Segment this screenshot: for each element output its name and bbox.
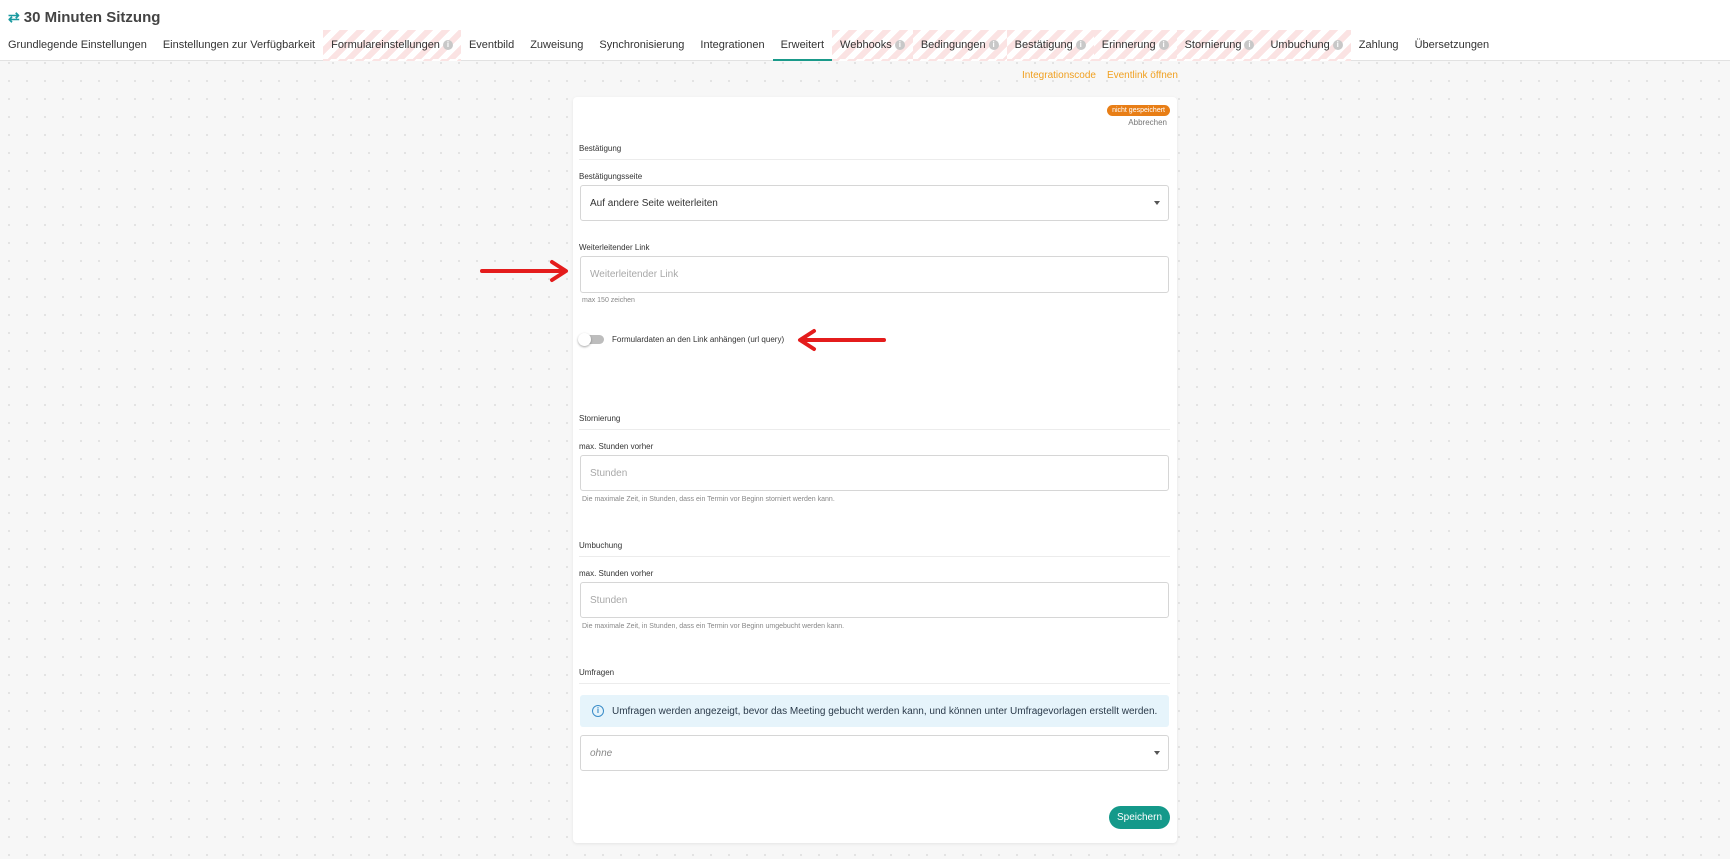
section-title-surveys: Umfragen xyxy=(579,668,1170,684)
tab-synchronisierung[interactable]: Synchronisierung xyxy=(591,30,692,61)
info-icon: i xyxy=(988,39,999,50)
surveys-info-box: i Umfragen werden angezeigt, bevor das M… xyxy=(580,695,1169,727)
tab-label: Integrationen xyxy=(700,38,765,51)
confirmation-page-label: Bestätigungsseite xyxy=(579,172,643,181)
tab-stornierung[interactable]: Stornierung i xyxy=(1176,30,1263,61)
info-icon: i xyxy=(1075,39,1086,50)
info-icon: i xyxy=(1158,39,1169,50)
tab-label: Zuweisung xyxy=(530,38,584,51)
info-icon: i xyxy=(1244,39,1255,50)
tab-label: Erweitert xyxy=(780,38,825,51)
rebooking-hours-input[interactable] xyxy=(580,582,1169,618)
tab-label: Zahlung xyxy=(1358,38,1399,51)
info-icon: i xyxy=(1332,39,1343,50)
confirmation-page-value: Auf andere Seite weiterleiten xyxy=(590,197,718,209)
section-title-rebooking: Umbuchung xyxy=(579,541,1170,557)
tab-übersetzungen[interactable]: Übersetzungen xyxy=(1407,30,1498,61)
tab-label: Erinnerung xyxy=(1101,38,1156,51)
chevron-down-icon xyxy=(1154,201,1160,205)
settings-card: nicht gespeichert Abbrechen Bestätigung … xyxy=(573,97,1177,843)
info-icon: i xyxy=(894,39,905,50)
tab-label: Eventbild xyxy=(468,38,515,51)
append-form-data-row: Formulardaten an den Link anhängen (url … xyxy=(578,333,785,346)
tab-zahlung[interactable]: Zahlung xyxy=(1351,30,1407,61)
tab-label: Übersetzungen xyxy=(1414,38,1490,51)
swap-arrows-icon: ⇄ xyxy=(8,8,20,25)
integration-code-link[interactable]: Integrationscode xyxy=(1022,70,1096,81)
surveys-info-text: Umfragen werden angezeigt, bevor das Mee… xyxy=(612,705,1158,717)
annotation-arrow-right-icon xyxy=(480,260,568,282)
tab-label: Formulareinstellungen xyxy=(331,38,440,51)
tab-label: Grundlegende Einstellungen xyxy=(8,38,147,51)
tab-formulareinstellungen[interactable]: Formulareinstellungen i xyxy=(323,30,461,61)
cancel-link[interactable]: Abbrechen xyxy=(1128,118,1167,127)
tab-label: Bedingungen xyxy=(920,38,986,51)
confirmation-page-select[interactable]: Auf andere Seite weiterleiten xyxy=(580,185,1169,221)
rebooking-hours-label: max. Stunden vorher xyxy=(579,569,654,578)
tab-grundlegende-einstellungen[interactable]: Grundlegende Einstellungen xyxy=(0,30,155,61)
page-title: ⇄ 30 Minuten Sitzung xyxy=(8,7,160,27)
save-button[interactable]: Speichern xyxy=(1109,806,1170,829)
tab-webhooks[interactable]: Webhooks i xyxy=(832,30,913,61)
redirect-link-hint: max 150 zeichen xyxy=(582,297,635,304)
section-title-confirmation: Bestätigung xyxy=(579,144,1170,160)
annotation-arrow-left-icon xyxy=(798,329,886,351)
tab-bar: Grundlegende Einstellungen Einstellungen … xyxy=(0,30,1497,61)
top-links: Integrationscode Eventlink öffnen xyxy=(1022,70,1178,81)
tab-erinnerung[interactable]: Erinnerung i xyxy=(1093,30,1177,61)
tab-label: Bestätigung xyxy=(1014,38,1073,51)
section-title-cancellation: Stornierung xyxy=(579,414,1170,430)
survey-select-value: ohne xyxy=(590,747,613,759)
top-bar: ⇄ 30 Minuten Sitzung Grundlegende Einste… xyxy=(0,0,1730,61)
tab-label: Umbuchung xyxy=(1270,38,1330,51)
toggle-knob xyxy=(578,333,591,346)
survey-select[interactable]: ohne xyxy=(580,735,1169,771)
tab-umbuchung[interactable]: Umbuchung i xyxy=(1262,30,1351,61)
tab-bedingungen[interactable]: Bedingungen i xyxy=(912,30,1007,61)
cancellation-hint: Die maximale Zeit, in Stunden, dass ein … xyxy=(582,496,835,503)
redirect-link-input[interactable] xyxy=(580,256,1169,293)
tab-label: Einstellungen zur Verfügbarkeit xyxy=(162,38,316,51)
tab-label: Stornierung xyxy=(1184,38,1242,51)
append-form-data-label: Formulardaten an den Link anhängen (url … xyxy=(612,334,785,344)
tab-integrationen[interactable]: Integrationen xyxy=(692,30,772,61)
unsaved-badge: nicht gespeichert xyxy=(1107,105,1170,116)
tab-bestätigung[interactable]: Bestätigung i xyxy=(1006,30,1094,61)
tab-einstellungen-zur-verfügbarkeit[interactable]: Einstellungen zur Verfügbarkeit xyxy=(155,30,323,61)
info-icon: i xyxy=(442,39,453,50)
chevron-down-icon xyxy=(1154,751,1160,755)
tab-label: Webhooks xyxy=(840,38,892,51)
tab-label: Synchronisierung xyxy=(599,38,685,51)
open-event-link[interactable]: Eventlink öffnen xyxy=(1107,70,1178,81)
tab-erweitert[interactable]: Erweitert xyxy=(772,30,833,61)
append-form-data-toggle[interactable] xyxy=(578,333,604,346)
cancellation-hours-label: max. Stunden vorher xyxy=(579,442,654,451)
page-title-text: 30 Minuten Sitzung xyxy=(23,8,161,26)
rebooking-hint: Die maximale Zeit, in Stunden, dass ein … xyxy=(582,623,845,630)
redirect-link-label: Weiterleitender Link xyxy=(579,243,650,252)
tab-zuweisung[interactable]: Zuweisung xyxy=(522,30,591,61)
cancellation-hours-input[interactable] xyxy=(580,455,1169,491)
tab-eventbild[interactable]: Eventbild xyxy=(461,30,522,61)
info-icon: i xyxy=(592,705,604,717)
